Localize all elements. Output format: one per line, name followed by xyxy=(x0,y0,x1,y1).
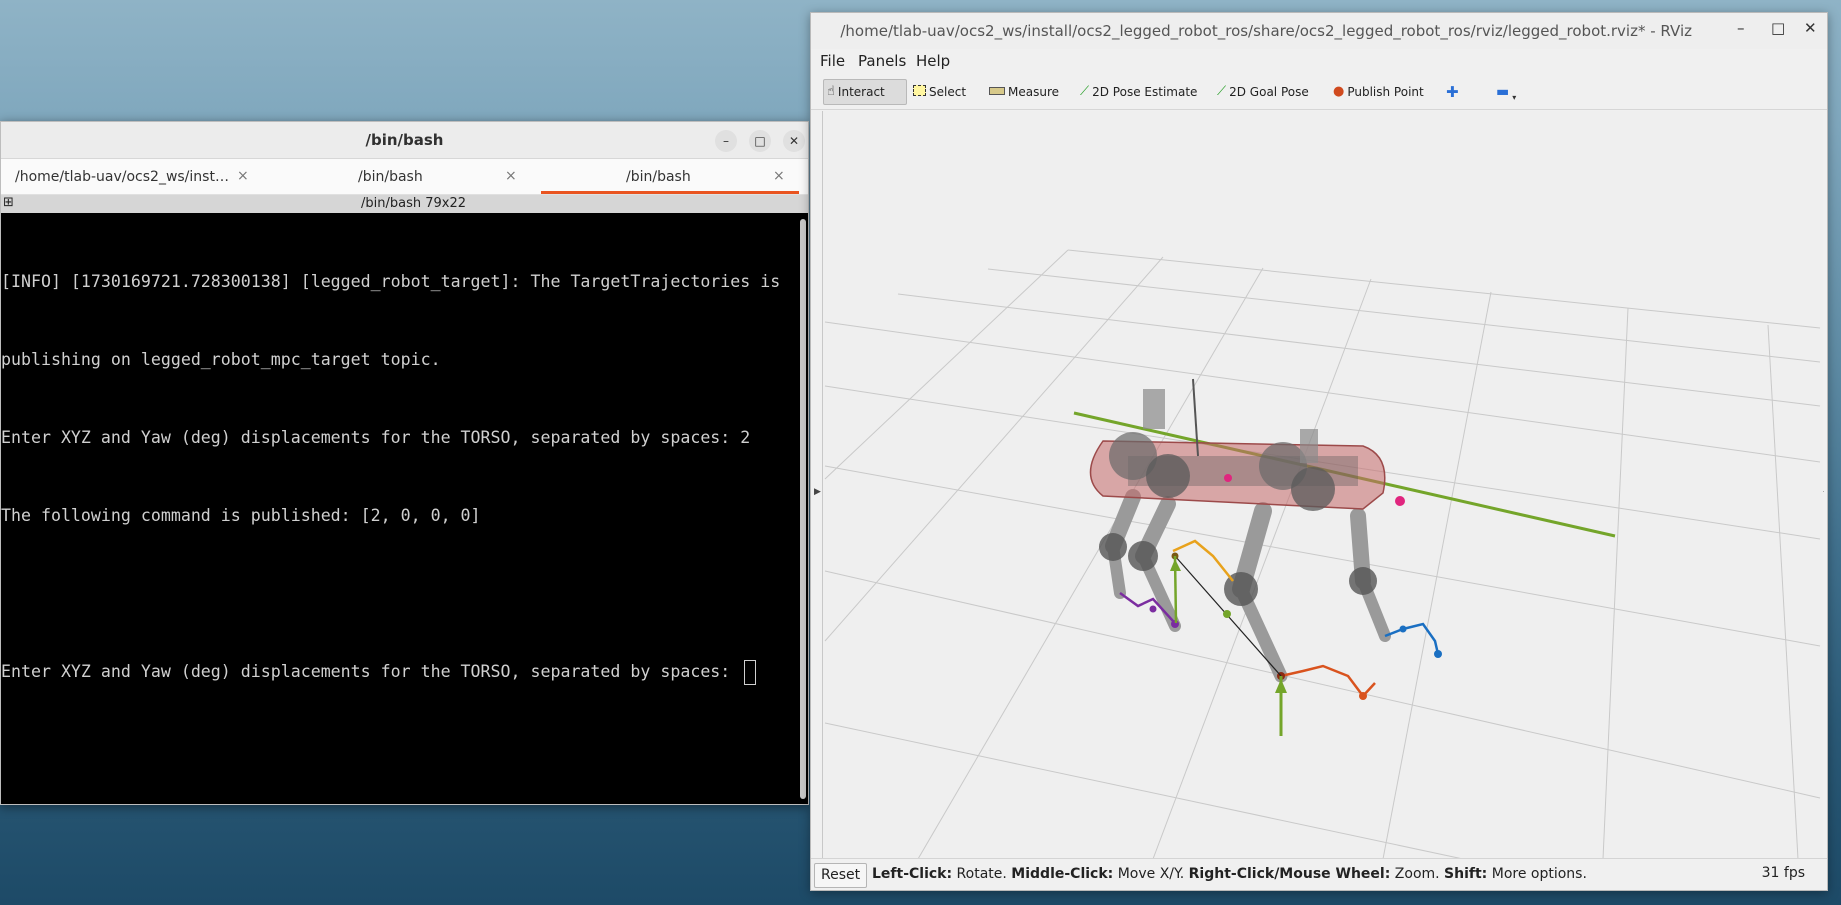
publish-point-tool[interactable]: ● Publish Point xyxy=(1330,79,1427,105)
tool-bar: ☝ Interact Select Measure ⟋ 2D Pose Esti… xyxy=(811,75,1827,110)
left-panel-handle-icon[interactable]: ▶ xyxy=(814,487,821,497)
fps-counter: 31 fps xyxy=(1761,865,1805,881)
3d-viewport[interactable] xyxy=(822,111,1823,860)
scene-svg xyxy=(824,249,1821,860)
menu-help[interactable]: Help xyxy=(916,52,950,70)
tab-label: /home/tlab-uav/ocs2_ws/inst… xyxy=(15,169,229,185)
tab-1[interactable]: /home/tlab-uav/ocs2_ws/inst… × xyxy=(1,159,269,194)
terminal-line: Enter XYZ and Yaw (deg) displacements fo… xyxy=(1,428,751,447)
terminal-size-bar: ⊞ /bin/bash 79x22 xyxy=(1,195,808,213)
map-pin-icon: ● xyxy=(1333,84,1345,99)
terminal-line: [INFO] [1730169721.728300138] [legged_ro… xyxy=(1,272,781,291)
ground-grid xyxy=(824,249,1821,860)
tab-close-icon[interactable]: × xyxy=(773,168,785,184)
text-cursor xyxy=(744,660,757,685)
help-key: Middle-Click: xyxy=(1011,866,1114,882)
add-tool-button[interactable]: ✚ xyxy=(1443,79,1462,105)
terminal-output[interactable]: [INFO] [1730169721.728300138] [legged_ro… xyxy=(1,213,796,804)
rear-left-foot-trajectory xyxy=(1172,539,1234,582)
minimize-button[interactable]: – xyxy=(715,130,737,152)
tool-label: 2D Goal Pose xyxy=(1229,85,1309,99)
help-desc: Rotate. xyxy=(956,866,1007,882)
hand-icon: ☝ xyxy=(827,84,835,99)
plus-icon: ✚ xyxy=(1446,83,1459,101)
menu-panels[interactable]: Panels xyxy=(858,52,906,70)
green-arrow-icon: ⟋ xyxy=(1217,84,1227,99)
remove-tool-button[interactable]: ▬ ▾ xyxy=(1493,79,1519,105)
tool-label: 2D Pose Estimate xyxy=(1092,85,1198,99)
rear-right-foot-trajectory xyxy=(1280,664,1376,698)
terminal-titlebar[interactable]: /bin/bash – □ ✕ xyxy=(1,122,808,159)
ruler-icon xyxy=(989,85,1005,99)
tool-label: Measure xyxy=(1008,85,1059,99)
select-box-icon xyxy=(913,84,926,100)
terminal-title: /bin/bash xyxy=(365,131,444,149)
select-tool[interactable]: Select xyxy=(910,79,969,105)
rviz-window[interactable]: /home/tlab-uav/ocs2_ws/install/ocs2_legg… xyxy=(810,12,1828,891)
help-key: Left-Click: xyxy=(872,866,953,882)
help-desc: Zoom. xyxy=(1394,866,1440,882)
tab-2[interactable]: /bin/bash × xyxy=(269,159,537,194)
tab-3-active[interactable]: /bin/bash × xyxy=(541,159,799,194)
tool-label: Select xyxy=(929,85,967,99)
measure-tool[interactable]: Measure xyxy=(986,79,1062,105)
minus-icon: ▬ xyxy=(1496,84,1510,100)
maximize-button[interactable]: □ xyxy=(749,130,771,152)
terminal-scrollbar[interactable] xyxy=(800,219,806,799)
terminal-tabbar: /home/tlab-uav/ocs2_ws/inst… × /bin/bash… xyxy=(1,159,808,195)
terminal-prompt: Enter XYZ and Yaw (deg) displacements fo… xyxy=(1,662,741,681)
maximize-button[interactable]: □ xyxy=(1771,19,1785,37)
terminal-prompt-line: Enter XYZ and Yaw (deg) displacements fo… xyxy=(1,659,796,685)
tab-label: /bin/bash xyxy=(358,169,423,185)
terminal-size-label: /bin/bash 79x22 xyxy=(361,196,467,211)
green-arrow-icon: ⟋ xyxy=(1080,84,1090,99)
tab-close-icon[interactable]: × xyxy=(505,168,517,184)
terminal-icon: ⊞ xyxy=(3,195,14,210)
front-right-foot-trajectory xyxy=(1384,622,1440,655)
rviz-titlebar[interactable]: /home/tlab-uav/ocs2_ws/install/ocs2_legg… xyxy=(811,13,1827,49)
close-button[interactable]: ✕ xyxy=(1804,19,1817,37)
tab-label: /bin/bash xyxy=(626,169,691,185)
interact-tool[interactable]: ☝ Interact xyxy=(823,79,907,105)
terminal-line: publishing on legged_robot_mpc_target to… xyxy=(1,350,441,369)
tool-label: Publish Point xyxy=(1347,85,1424,99)
terminal-line: The following command is published: [2, … xyxy=(1,506,481,525)
help-key: Right-Click/Mouse Wheel: xyxy=(1188,866,1391,882)
pose-estimate-tool[interactable]: ⟋ 2D Pose Estimate xyxy=(1077,79,1200,105)
goal-pose-tool[interactable]: ⟋ 2D Goal Pose xyxy=(1214,79,1312,105)
close-button[interactable]: ✕ xyxy=(783,130,805,152)
menu-bar: File Panels Help xyxy=(811,49,1827,75)
tool-label: Interact xyxy=(837,85,885,99)
tab-close-icon[interactable]: × xyxy=(237,168,249,184)
mouse-help-text: Left-Click: Rotate. Middle-Click: Move X… xyxy=(872,866,1587,882)
status-bar: Reset Left-Click: Rotate. Middle-Click: … xyxy=(811,858,1827,890)
help-desc: Move X/Y. xyxy=(1117,866,1185,882)
help-key: Shift: xyxy=(1444,866,1488,882)
minimize-button[interactable]: – xyxy=(1737,19,1745,37)
menu-file[interactable]: File xyxy=(820,52,845,70)
help-desc: More options. xyxy=(1491,866,1587,882)
terminal-window[interactable]: /bin/bash – □ ✕ /home/tlab-uav/ocs2_ws/i… xyxy=(0,121,809,805)
rviz-title: /home/tlab-uav/ocs2_ws/install/ocs2_legg… xyxy=(840,22,1692,40)
reset-button[interactable]: Reset xyxy=(814,863,868,888)
